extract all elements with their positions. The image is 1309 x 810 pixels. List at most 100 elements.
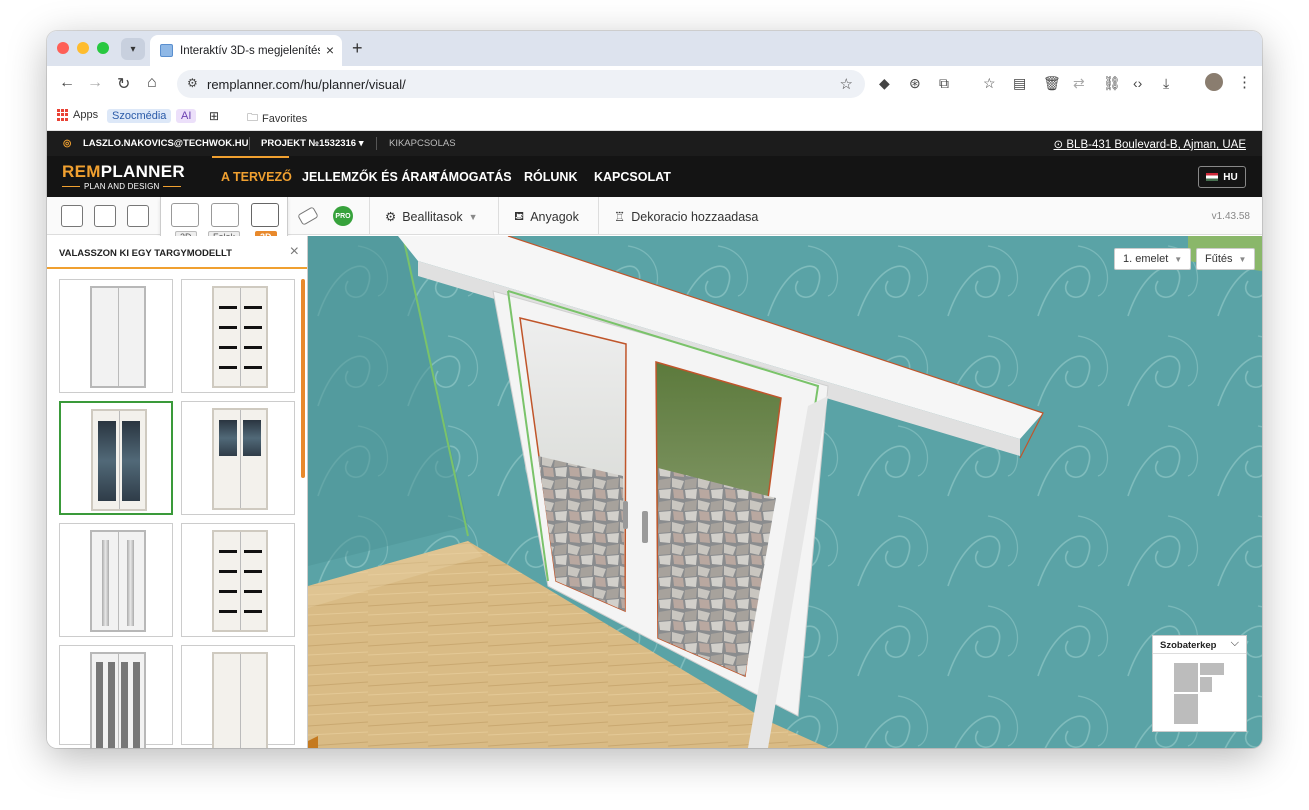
pro-badge[interactable]: PRO <box>333 206 353 226</box>
view-walls-icon[interactable] <box>211 203 239 227</box>
nav-about[interactable]: RÓLUNK <box>524 170 577 184</box>
tab-search-button[interactable]: ▾ <box>121 38 145 60</box>
door-model-card[interactable] <box>59 279 173 393</box>
location-link[interactable]: ⊙ BLB-431 Boulevard-B, Ajman, UAE <box>1054 137 1246 151</box>
door-model-card[interactable] <box>181 523 295 637</box>
logo-tagline: PLAN AND DESIGN <box>84 182 160 191</box>
bookmark-label: AI <box>176 109 197 123</box>
view-2d-icon[interactable] <box>171 203 199 227</box>
remplanner-logo[interactable]: REMPLANNER PLAN AND DESIGN <box>62 163 185 191</box>
logo-rem: REM <box>62 162 101 181</box>
door-model-card[interactable] <box>181 401 295 515</box>
reload-icon[interactable]: ↻ <box>117 74 130 94</box>
floor-select[interactable]: 1. emelet ▼ <box>1114 248 1192 270</box>
door-thumbnail <box>91 409 147 511</box>
camera-screenshot-icon[interactable] <box>127 205 149 227</box>
translate-icon[interactable]: ⇄ <box>1073 75 1085 92</box>
add-decoration-button[interactable]: ♖ Dekoracio hozzaadasa <box>614 209 759 225</box>
extension-icon[interactable]: ◆ <box>879 75 890 92</box>
door-thumbnail <box>212 530 268 632</box>
measure-ruler-icon[interactable] <box>297 206 319 226</box>
door-thumbnail <box>212 286 268 388</box>
view-3d-icon[interactable] <box>251 203 279 227</box>
nav-contact[interactable]: KAPCSOLAT <box>594 170 671 184</box>
save-icon[interactable] <box>61 205 83 227</box>
trash-icon[interactable]: 🗑 <box>1043 75 1061 92</box>
planner-toolbar: 2D Falak 3D PRO ⚙Beallitasok▼ ⛾Anyagok ♖… <box>47 197 1262 244</box>
logout-link[interactable]: KIKAPCSOLAS <box>389 138 456 149</box>
door-thumbnail <box>212 408 268 510</box>
extensions-puzzle-icon[interactable]: ⧉ <box>939 75 949 92</box>
floor-select-label: 1. emelet <box>1123 253 1169 265</box>
nav-features-pricing[interactable]: JELLEMZŐK ÉS ÁRAK <box>302 170 437 184</box>
download-icon[interactable]: ⤓ <box>1163 75 1169 92</box>
link-icon[interactable]: ⛓ <box>1103 75 1121 92</box>
door-thumbnail <box>90 652 146 748</box>
language-label: HU <box>1223 171 1238 183</box>
nav-support[interactable]: TÁMOGATÁS <box>432 170 512 184</box>
tab-groups-icon[interactable]: ⊞ <box>209 109 219 123</box>
bookmark-favorites[interactable]: 🗀 Favorites <box>247 109 307 128</box>
minimize-window-button[interactable] <box>77 42 89 54</box>
menu-icon[interactable]: ⋮ <box>1237 73 1252 91</box>
bookmarks-icon[interactable]: ☆ <box>983 75 996 92</box>
home-icon[interactable]: ⌂ <box>147 74 157 92</box>
bookmark-apps[interactable]: Apps <box>57 109 98 121</box>
maximize-window-button[interactable] <box>97 42 109 54</box>
door-thumbnail <box>90 530 146 632</box>
3d-scene <box>308 236 1262 748</box>
bookmark-ai[interactable]: AI <box>176 109 197 123</box>
browser-tab[interactable]: Interaktív 3D-s megjelenítés a × <box>150 35 342 66</box>
panel-scrollbar[interactable] <box>301 279 305 478</box>
hungary-flag-icon <box>1206 173 1219 181</box>
close-tab-icon[interactable]: × <box>326 42 334 58</box>
paint-bucket-icon: ⛾ <box>514 209 525 223</box>
materials-button[interactable]: ⛾ Anyagok <box>514 209 579 225</box>
url-text[interactable]: remplanner.com/hu/planner/visual/ <box>207 77 406 92</box>
room-minimap[interactable]: Szobaterkep ⌵ <box>1152 635 1247 732</box>
app-version: v1.43.58 <box>1211 211 1250 222</box>
favicon-icon <box>160 44 173 57</box>
door-model-card[interactable] <box>181 645 295 748</box>
heating-select[interactable]: Fűtés ▼ <box>1196 248 1256 270</box>
project-select[interactable]: PROJEKT №1532316 ▾ <box>261 138 364 149</box>
chatgpt-icon[interactable]: ⊛ <box>909 75 921 92</box>
close-panel-icon[interactable]: × <box>290 243 299 261</box>
door-model-card[interactable] <box>59 523 173 637</box>
folder-icon: 🗀 <box>247 112 258 124</box>
3d-viewport[interactable]: 1. emelet ▼ Fűtés ▼ Szobaterkep ⌵ <box>308 236 1262 748</box>
profile-avatar[interactable] <box>1205 73 1223 91</box>
new-tab-button[interactable]: + <box>352 38 363 59</box>
project-label: PROJEKT №1532316 <box>261 138 357 149</box>
user-email[interactable]: LASZLO.NAKOVICS@TECHWOK.HU <box>83 138 248 149</box>
browser-window: ▾ Interaktív 3D-s megjelenítés a × + ← →… <box>47 31 1262 748</box>
back-icon[interactable]: ← <box>59 74 75 92</box>
nav-active-indicator <box>212 156 289 158</box>
close-window-button[interactable] <box>57 42 69 54</box>
chevron-down-icon[interactable]: ⌵ <box>1231 637 1239 650</box>
language-button[interactable]: HU <box>1198 166 1246 188</box>
decoration-icon: ♖ <box>614 210 626 224</box>
door-model-card[interactable] <box>181 279 295 393</box>
forward-icon[interactable]: → <box>87 74 103 92</box>
tab-title: Interaktív 3D-s megjelenítés a <box>180 44 320 57</box>
door-model-card-selected[interactable] <box>59 401 173 515</box>
panel-title: VALASSZON KI EGY TARGYMODELLT <box>59 248 232 259</box>
logo-planner: PLANNER <box>100 162 185 181</box>
materials-label: Anyagok <box>530 210 579 224</box>
export-gltf-icon[interactable] <box>94 205 116 227</box>
site-settings-icon[interactable]: ⚙ <box>187 76 198 90</box>
door-model-card[interactable] <box>59 645 173 748</box>
browser-toolbar: ← → ↻ ⌂ ⚙ remplanner.com/hu/planner/visu… <box>47 66 1262 102</box>
settings-dropdown[interactable]: ⚙ Beallitasok ▼ <box>385 209 478 225</box>
nav-planner[interactable]: A TERVEZŐ <box>221 170 292 184</box>
address-bar[interactable]: ⚙ remplanner.com/hu/planner/visual/ ☆ <box>177 70 865 98</box>
gear-icon: ⚙ <box>385 210 397 224</box>
bookmark-star-icon[interactable]: ☆ <box>840 75 853 93</box>
bookmark-label: Apps <box>73 109 99 121</box>
bookmark-label: Favorites <box>262 112 308 125</box>
bookmark-szocmedia[interactable]: Szocmédia <box>107 109 172 123</box>
decoration-label: Dekoracio hozzaadasa <box>631 209 759 224</box>
code-icon[interactable]: ‹› <box>1133 75 1142 91</box>
reading-list-icon[interactable]: ▤ <box>1013 75 1026 92</box>
